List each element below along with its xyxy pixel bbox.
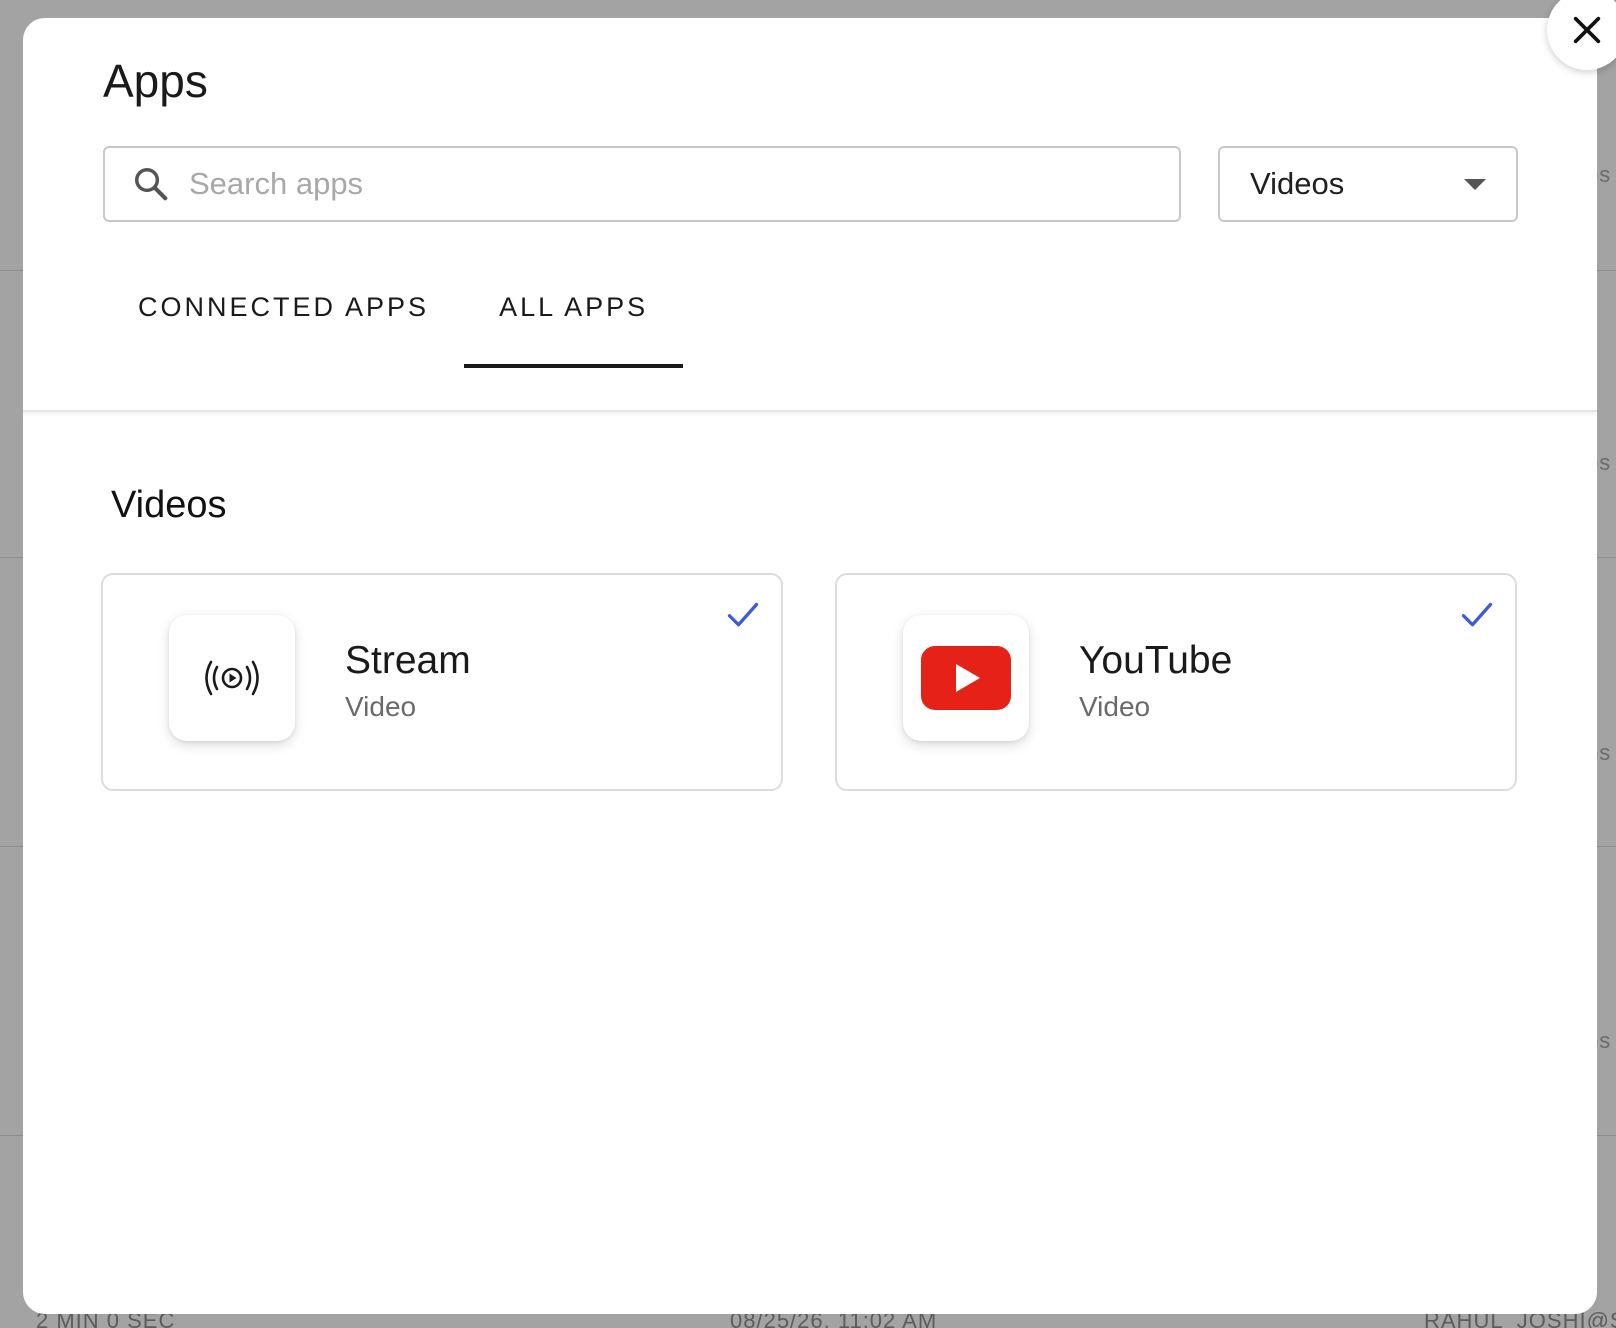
caret-down-icon: [1464, 178, 1486, 190]
apps-modal: Apps Videos CONNECTED APPS ALL APPS Vide…: [23, 18, 1597, 1314]
check-icon: [727, 602, 759, 627]
stream-broadcast-icon: [205, 660, 259, 696]
category-select-value: Videos: [1250, 166, 1345, 201]
app-icon-tile: [903, 615, 1029, 741]
app-card-youtube[interactable]: YouTube Video: [835, 573, 1517, 791]
app-name: Stream: [345, 639, 471, 682]
section-title: Videos: [111, 484, 227, 526]
check-icon: [1461, 602, 1493, 627]
close-icon: [1573, 16, 1601, 44]
modal-header: Apps Videos CONNECTED APPS ALL APPS: [23, 18, 1597, 412]
tab-all-apps[interactable]: ALL APPS: [464, 278, 684, 368]
app-card-stream[interactable]: Stream Video: [101, 573, 783, 791]
app-type: Video: [1079, 691, 1151, 722]
app-tabs: CONNECTED APPS ALL APPS: [103, 278, 684, 368]
app-icon-tile: [169, 615, 295, 741]
app-type: Video: [345, 691, 417, 722]
app-name: YouTube: [1079, 639, 1233, 682]
category-select[interactable]: Videos: [1218, 146, 1518, 222]
modal-title: Apps: [103, 55, 208, 107]
tab-connected-apps[interactable]: CONNECTED APPS: [103, 278, 464, 368]
youtube-logo-icon: [921, 646, 1011, 710]
search-field[interactable]: [103, 146, 1181, 222]
search-icon: [131, 164, 171, 204]
search-input[interactable]: [187, 165, 1151, 203]
